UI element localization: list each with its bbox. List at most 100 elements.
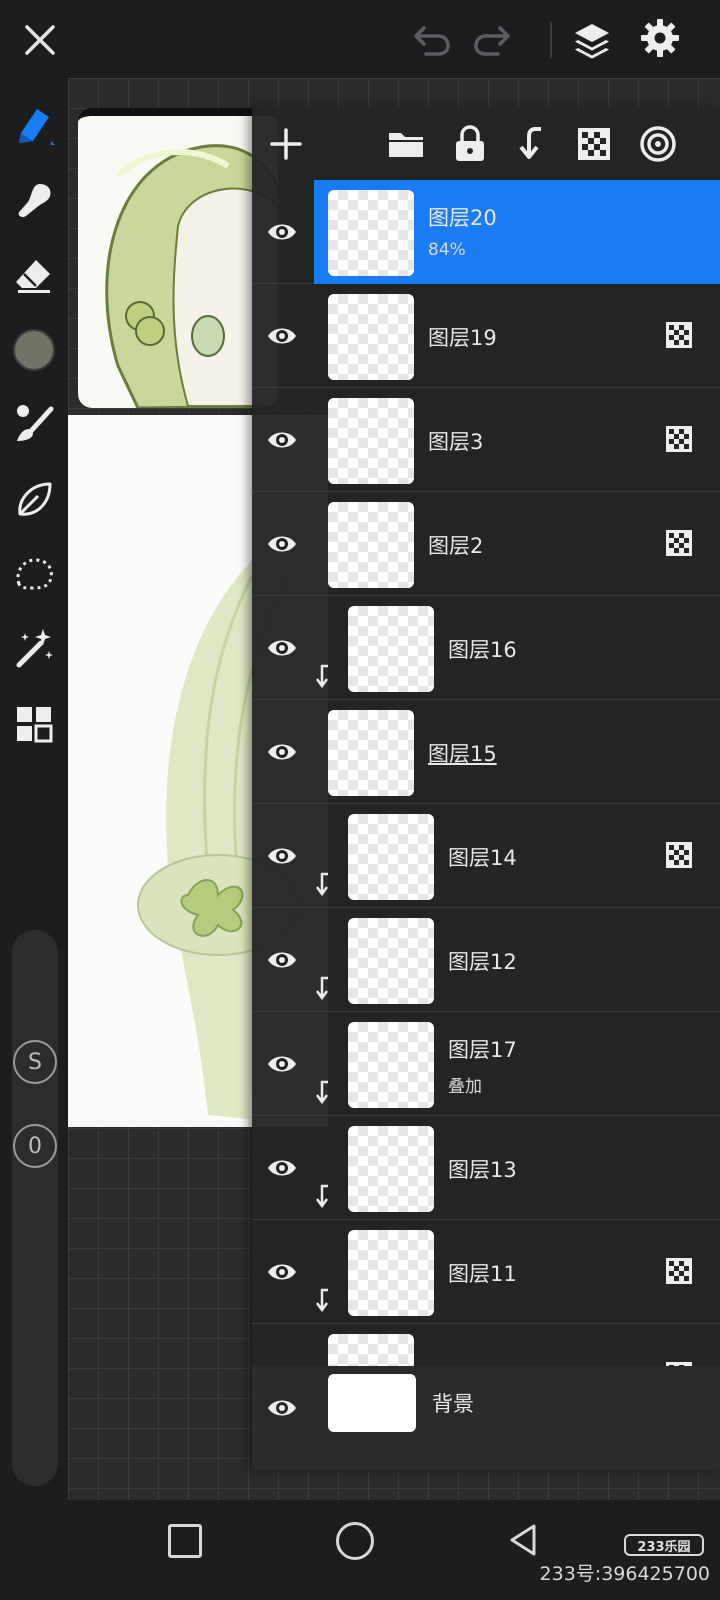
top-bar [0,0,720,78]
layer-row[interactable]: 图层2 [252,492,720,596]
layer-info[interactable]: 图层11 [314,1220,720,1324]
layers-icon[interactable] [570,16,614,64]
layer-row[interactable]: 图层11 [252,1220,720,1324]
clipping-mask-icon [314,872,332,898]
clipping-mask-icon [314,1288,332,1314]
layer-info[interactable]: 图层13 [314,1116,720,1220]
layer-row[interactable]: 图层14 [252,804,720,908]
layers-panel: 图层20 84% 图层19 图层3 图层2 图层16 图层15 图层14 图层12 图层17 叠加图… [252,108,720,1470]
alpha-lock-icon [666,530,692,556]
eye-icon[interactable] [264,422,300,458]
layer-thumbnail [348,814,434,900]
recent-apps-icon[interactable] [168,1524,202,1558]
magic-wand-icon[interactable] [10,624,58,672]
watermark-text: 233号:396425700 [539,1563,710,1585]
eraser-icon[interactable] [10,252,58,300]
layer-row[interactable]: 图层15 [252,700,720,804]
eye-icon[interactable] [264,214,300,250]
layer-row[interactable]: 图层20 84% [252,180,720,284]
divider [550,22,552,58]
eye-icon[interactable] [264,630,300,666]
grid-icon[interactable] [10,700,58,748]
eye-icon[interactable] [264,1254,300,1290]
paint-brush-icon[interactable] [10,400,58,448]
color-swatch[interactable] [10,326,58,374]
alpha-lock-icon[interactable] [572,122,616,166]
layer-thumbnail [348,918,434,1004]
layer-info[interactable]: 图层17 叠加 [314,1012,720,1116]
opacity-slider-label[interactable]: 0 [13,1124,57,1168]
layer-thumbnail [328,294,414,380]
layer-name: 图层17 [448,1038,517,1062]
eye-icon[interactable] [264,1150,300,1186]
add-layer-icon[interactable] [264,122,308,166]
layer-subtitle: 84% [428,240,466,260]
alpha-lock-icon [666,322,692,348]
layer-thumbnail [328,710,414,796]
eye-icon[interactable] [264,838,300,874]
layer-row[interactable]: 图层13 [252,1116,720,1220]
layer-thumbnail [328,190,414,276]
layer-row[interactable]: 图层16 [252,596,720,700]
size-slider-label[interactable]: S [13,1040,57,1084]
layer-row[interactable]: 图层12 [252,908,720,1012]
layer-thumbnail [328,398,414,484]
folder-icon[interactable] [384,122,428,166]
layer-info[interactable]: 图层12 [314,908,720,1012]
layer-name: 图层20 [428,206,497,230]
home-icon[interactable] [336,1522,374,1560]
alpha-lock-icon [666,426,692,452]
layer-info[interactable]: 图层16 [314,596,720,700]
system-navigation-bar: 233号:396425700 [0,1500,720,1600]
layer-info[interactable]: 图层19 [314,284,720,388]
clipping-mask-icon [314,1184,332,1210]
layer-name: 图层3 [428,430,484,454]
brush-icon[interactable] [10,100,58,148]
eye-icon[interactable] [264,318,300,354]
layer-name: 图层2 [428,534,484,558]
back-icon[interactable] [504,1520,544,1560]
background-layer-row[interactable]: 背景 [252,1366,720,1470]
reference-drawing [105,144,278,408]
lasso-selection-icon[interactable] [10,550,58,598]
eye-icon[interactable] [264,734,300,770]
smudge-icon[interactable] [10,176,58,224]
gear-icon[interactable] [638,16,682,60]
layer-row[interactable]: 图层19 [252,284,720,388]
layer-name: 图层12 [448,950,517,974]
layer-row[interactable]: 图层3 [252,388,720,492]
layer-row[interactable]: 图层17 叠加 [252,1012,720,1116]
eye-icon[interactable] [264,1390,300,1426]
eye-icon[interactable] [264,526,300,562]
layer-info[interactable]: 图层3 [314,388,720,492]
layer-name: 图层19 [428,326,497,350]
layer-info[interactable]: 图层15 [314,700,720,804]
background-layer-name: 背景 [432,1392,474,1416]
layer-thumbnail [348,606,434,692]
layer-name: 图层15 [428,742,497,766]
side-slider-track[interactable] [12,930,58,1486]
layer-name: 图层14 [448,846,517,870]
clipping-mask-icon [314,1080,332,1106]
layer-thumbnail [328,502,414,588]
layer-info[interactable]: 图层2 [314,492,720,596]
lock-icon[interactable] [448,122,492,166]
alpha-lock-icon [666,1258,692,1284]
undo-icon[interactable] [410,20,454,60]
layer-mask-icon[interactable] [636,122,680,166]
layer-thumbnail [348,1022,434,1108]
layer-thumbnail [348,1230,434,1316]
merge-down-icon[interactable] [510,122,554,166]
redo-icon[interactable] [470,20,514,60]
eye-icon[interactable] [264,942,300,978]
clipping-mask-icon [314,664,332,690]
layer-info[interactable]: 图层20 84% [314,180,720,284]
reference-image[interactable] [78,108,278,408]
leaf-shape-icon[interactable] [10,476,58,524]
eye-icon[interactable] [264,1046,300,1082]
layer-name: 图层11 [448,1262,517,1286]
close-icon[interactable] [18,18,62,62]
layer-info[interactable]: 图层14 [314,804,720,908]
layer-thumbnail [348,1126,434,1212]
layer-name: 图层16 [448,638,517,662]
